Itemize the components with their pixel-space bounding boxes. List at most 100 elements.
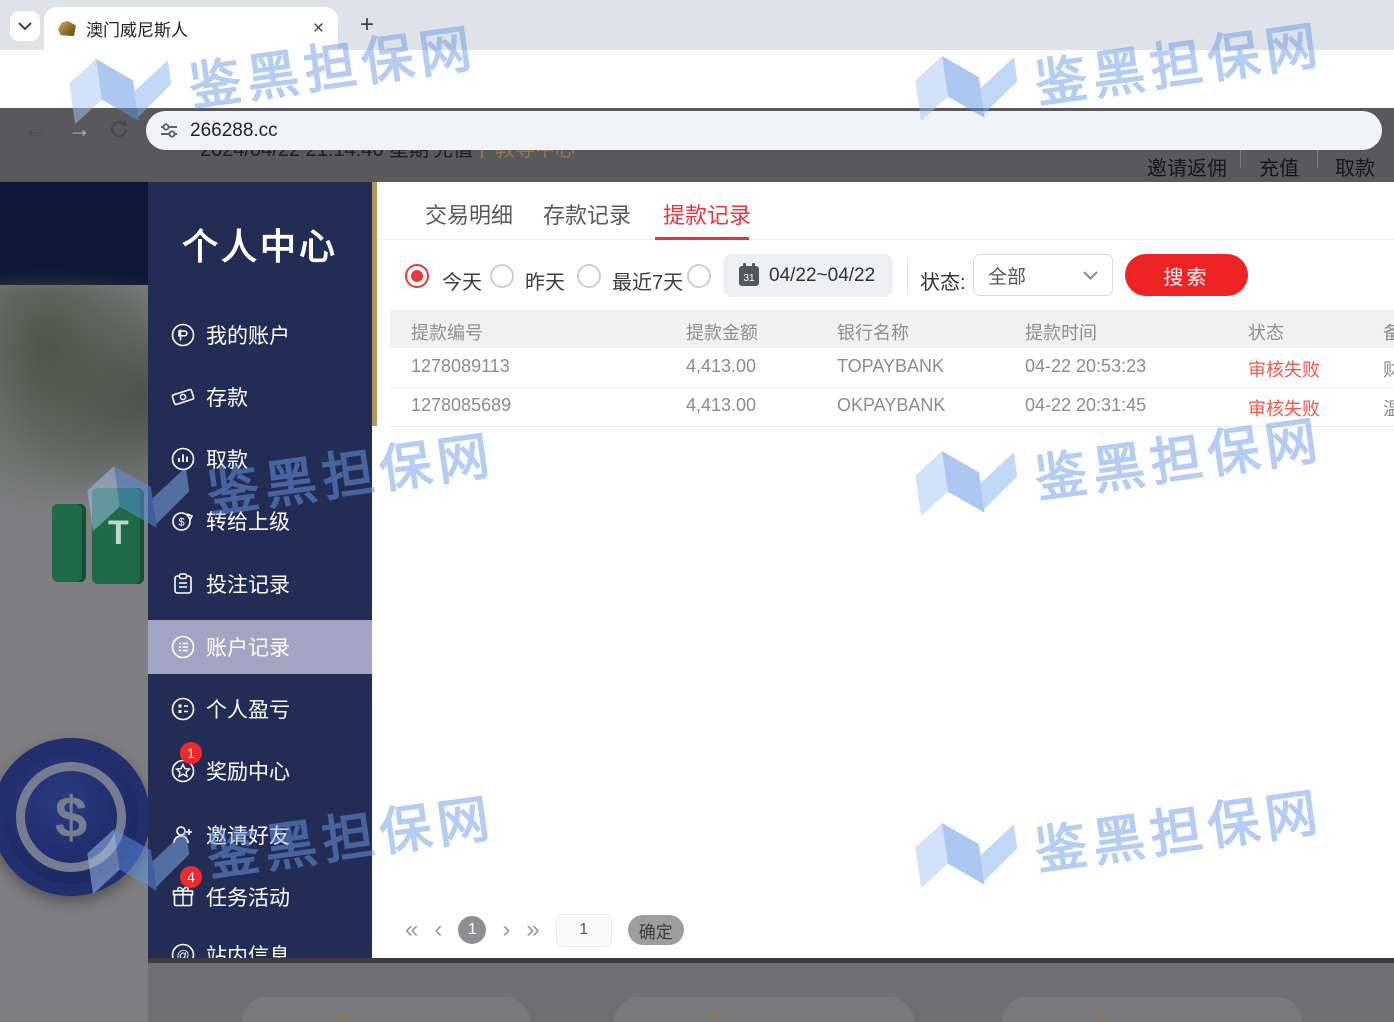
background-card xyxy=(242,997,530,1022)
tasks-badge: 4 xyxy=(180,866,202,888)
next-page-button[interactable]: › xyxy=(502,918,510,942)
sidebar-item-messages[interactable]: @ 站内信息 xyxy=(148,928,372,960)
browser-chrome: 澳门威尼斯人 × + ← → 266288.cc xyxy=(0,0,1394,108)
cell-remark: 温 xyxy=(1383,395,1394,421)
sidebar-item-withdraw[interactable]: 取款 xyxy=(148,432,372,486)
bet-records-icon xyxy=(170,571,196,597)
withdraw-label: 取款 xyxy=(1310,152,1394,181)
col-header-withdraw-id: 提款编号 xyxy=(411,319,483,345)
sidebar-item-label: 个人盈亏 xyxy=(206,694,290,724)
radio-today[interactable] xyxy=(405,264,429,288)
cell-amount: 4,413.00 xyxy=(686,395,756,416)
sidebar-item-label: 转给上级 xyxy=(206,506,290,536)
divider xyxy=(390,426,1394,427)
tab-strip: 澳门威尼斯人 × + xyxy=(0,0,1394,50)
sidebar-item-label: 站内信息 xyxy=(206,940,290,960)
sidebar-item-bet-records[interactable]: 投注记录 xyxy=(148,557,372,611)
col-header-amount: 提款金额 xyxy=(686,319,758,345)
calendar-icon: 31 xyxy=(739,266,759,286)
transfer-icon: $ xyxy=(170,508,196,534)
browser-tab[interactable]: 澳门威尼斯人 × xyxy=(44,7,338,50)
sidebar-item-label: 我的账户 xyxy=(206,320,290,350)
page-number-input[interactable] xyxy=(556,914,612,947)
gold-decoration xyxy=(334,1011,350,1020)
tab-deposit-records[interactable]: 存款记录 xyxy=(543,198,631,230)
gold-edge-decoration xyxy=(372,182,377,426)
background-card xyxy=(614,997,914,1022)
cell-withdraw-id: 1278089113 xyxy=(411,356,510,377)
site-favicon-icon xyxy=(58,21,76,36)
cell-withdraw-id: 1278085689 xyxy=(411,395,511,416)
sidebar-item-label: 任务活动 xyxy=(206,882,290,912)
invite-friends-icon xyxy=(170,822,196,848)
first-page-button[interactable]: « xyxy=(405,918,418,942)
confirm-page-button[interactable]: 确定 xyxy=(628,915,684,945)
radio-yesterday[interactable] xyxy=(490,264,514,288)
date-range-picker[interactable]: 31 04/22~04/22 xyxy=(723,254,893,297)
forward-icon[interactable]: → xyxy=(68,116,91,143)
account-icon xyxy=(170,322,196,348)
deposit-icon xyxy=(170,384,196,410)
radio-custom-range[interactable] xyxy=(687,264,711,288)
cell-bank: OKPAYBANK xyxy=(837,395,945,416)
sidebar-item-label: 取款 xyxy=(206,444,248,474)
sidebar-item-deposit[interactable]: 存款 xyxy=(148,370,372,424)
sidebar-item-label: 邀请好友 xyxy=(206,820,290,850)
tune-icon xyxy=(160,123,178,139)
new-tab-button[interactable]: + xyxy=(352,10,382,40)
prev-page-button[interactable]: ‹ xyxy=(434,918,442,942)
browser-toolbar: ← → 266288.cc xyxy=(0,50,1394,108)
background-image-strip: T $ xyxy=(0,182,148,1022)
tab-close-icon[interactable]: × xyxy=(313,18,324,40)
divider xyxy=(390,387,1394,388)
radio-today-label[interactable]: 今天 xyxy=(442,266,482,295)
date-range-value: 04/22~04/22 xyxy=(769,265,875,287)
status-filter-label: 状态: xyxy=(920,266,966,295)
sidebar-item-transfer-upline[interactable]: $ 转给上级 xyxy=(148,494,372,548)
col-header-status: 状态 xyxy=(1248,319,1284,345)
sidebar-item-label: 账户记录 xyxy=(206,632,290,662)
tab-search-button[interactable] xyxy=(10,11,40,41)
divider xyxy=(372,239,1394,240)
reload-icon[interactable] xyxy=(108,118,130,140)
background-bottom-strip xyxy=(148,958,1394,1022)
cell-bank: TOPAYBANK xyxy=(837,356,944,377)
cell-amount: 4,413.00 xyxy=(686,356,756,377)
active-tab-underline xyxy=(655,237,749,240)
sidebar-item-account-records[interactable]: 账户记录 xyxy=(148,620,372,674)
cell-time: 04-22 20:31:45 xyxy=(1025,395,1146,416)
search-button[interactable]: 搜索 xyxy=(1125,254,1248,296)
last-page-button[interactable]: » xyxy=(526,918,539,942)
screen: 澳门威尼斯人 × + ← → 266288.cc xyxy=(0,0,1394,1022)
usd-coin-image: $ xyxy=(0,738,148,896)
dollar-glyph: $ xyxy=(55,784,87,851)
background-navy-block xyxy=(0,182,148,285)
tab-transaction-details[interactable]: 交易明细 xyxy=(425,198,513,230)
sidebar-item-my-account[interactable]: 我的账户 xyxy=(148,308,372,362)
tether-coin-stack xyxy=(52,504,86,582)
account-records-icon xyxy=(170,634,196,660)
back-icon[interactable]: ← xyxy=(24,116,47,143)
records-panel: 交易明细 存款记录 提款记录 今天 昨天 最近7天 31 04/22~04/22… xyxy=(372,182,1394,958)
col-header-time: 提款时间 xyxy=(1025,319,1097,345)
divider xyxy=(148,958,1394,963)
radio-last7days[interactable] xyxy=(577,264,601,288)
sidebar-title: 个人中心 xyxy=(148,218,372,270)
radio-last7days-label[interactable]: 最近7天 xyxy=(612,266,683,295)
pagination: « ‹ 1 › » 确定 xyxy=(405,912,684,948)
tab-withdraw-records[interactable]: 提款记录 xyxy=(663,198,751,230)
status-select-value: 全部 xyxy=(988,262,1026,289)
gold-decoration xyxy=(1094,1011,1110,1020)
background-card xyxy=(1002,997,1302,1022)
url-text: 266288.cc xyxy=(190,120,278,142)
sidebar-item-label: 存款 xyxy=(206,382,248,412)
sidebar-item-profit-loss[interactable]: 个人盈亏 xyxy=(148,682,372,736)
chevron-down-icon xyxy=(1083,271,1098,280)
status-select[interactable]: 全部 xyxy=(973,254,1113,296)
sidebar: 个人中心 我的账户 存款 取款 $ 转给上级 xyxy=(148,182,372,960)
current-page-indicator[interactable]: 1 xyxy=(458,916,486,944)
sidebar-item-invite-friends[interactable]: 邀请好友 xyxy=(148,808,372,862)
radio-yesterday-label[interactable]: 昨天 xyxy=(525,266,565,295)
chevron-down-icon xyxy=(18,22,32,31)
omnibox[interactable]: 266288.cc xyxy=(146,111,1382,150)
